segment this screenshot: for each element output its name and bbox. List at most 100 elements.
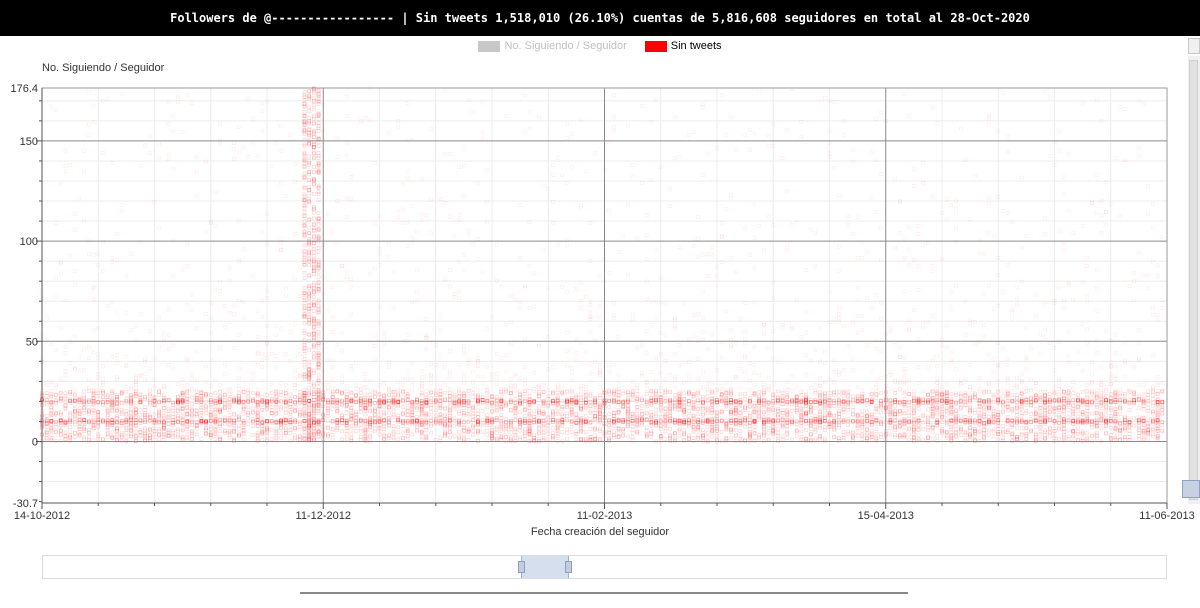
scatter-point [635,431,640,436]
scatter-point [49,422,54,427]
scatter-point [279,431,283,436]
scatter-point [396,391,401,396]
scatter-point [691,436,696,440]
scatter-point [471,391,476,395]
scatter-point [705,435,710,439]
scatter-point [73,403,77,407]
scatter-point [1141,404,1146,408]
scatter-point [663,437,668,441]
scatter-point [274,403,279,408]
scatter-point [860,409,865,413]
scatter-point [762,439,766,443]
scatter-point [499,412,504,417]
scatter-point [654,412,658,417]
scatter-point [799,429,804,434]
scatter-point [635,392,640,396]
scatter-point [180,428,185,433]
scatter-point [241,425,246,430]
scatter-point [612,429,616,434]
scatter-point [874,437,879,441]
scatter-point [635,409,640,414]
scatter-point [874,435,879,440]
scatter-point [349,390,354,395]
scatter-point [954,433,958,438]
scatter-point [780,434,785,439]
scatter-point [1001,432,1005,436]
scatter-point [701,411,705,416]
scatter-point [462,391,466,395]
scatter-point [1038,389,1043,394]
scatter-point [1038,425,1043,429]
scatter-point [565,431,569,435]
scatter-point [523,434,527,439]
scatter-point [1141,438,1146,442]
scatter-point [1160,407,1165,411]
scatter-point [944,408,949,413]
scatter-point [649,414,654,419]
scatter-point [176,415,180,420]
scatter-point [349,427,354,432]
scatter-point [926,407,930,412]
scatter-point [391,405,396,410]
scatter-point [237,391,241,396]
scatter-point [157,437,161,442]
scatter-point [1160,428,1165,433]
scatter-point [888,432,893,437]
scatter-point [991,406,996,411]
scatter-point [298,393,302,398]
scatter-point [438,404,443,408]
scatter-point [143,431,147,436]
scatter-point [1123,428,1127,433]
scatter-point [68,425,72,429]
scatter-point [705,394,710,398]
scatter-point [1104,424,1108,428]
scatter-point [902,433,907,438]
scatter-point [846,422,851,427]
scatter-point [785,432,790,436]
scatter-point [705,430,710,435]
scatter-point [1151,403,1155,408]
scatter-point [438,406,443,410]
scatter-point [157,389,161,394]
scatter-point [963,433,968,437]
scatter-point [1043,411,1047,416]
scatter-point [429,430,433,435]
scatter-point [537,404,541,409]
scatter-point [865,410,869,414]
plot-area[interactable]: -30.7050100150176.4 14-10-2012 11-12-2012… [0,0,1200,608]
scatter-point [902,391,907,396]
scatter-point [649,416,654,421]
scatter-point [349,391,354,395]
scatter-point [527,408,532,413]
scatter-point [973,427,977,431]
scatter-point [462,432,466,437]
scatter-point [752,431,757,436]
scatter-point [874,422,879,426]
scatter-point [1024,411,1029,415]
scatter-point [593,411,597,415]
scatter-point [466,404,471,409]
scatter-point [799,435,804,440]
scatter-point [776,389,780,394]
scatter-point [133,430,138,434]
scatter-point [218,424,222,428]
scatter-point [879,416,883,421]
scatter-point [644,428,649,433]
scatter-point [171,435,176,439]
scatter-point [748,411,752,415]
scatter-point [1085,431,1090,436]
scatter-point [476,408,480,413]
scatter-point [288,427,293,432]
scatter-point [921,426,926,431]
scatter-point [63,430,68,435]
scatter-point [232,412,236,416]
scatter-point [790,437,794,442]
scatter-point [907,392,911,396]
scatter-point [405,433,410,438]
scatter-point [443,406,447,411]
scatter-point [204,404,208,408]
scatter-point [396,430,401,435]
scatter-point [504,429,508,434]
scatter-point [82,417,86,421]
scatter-point [138,413,143,417]
